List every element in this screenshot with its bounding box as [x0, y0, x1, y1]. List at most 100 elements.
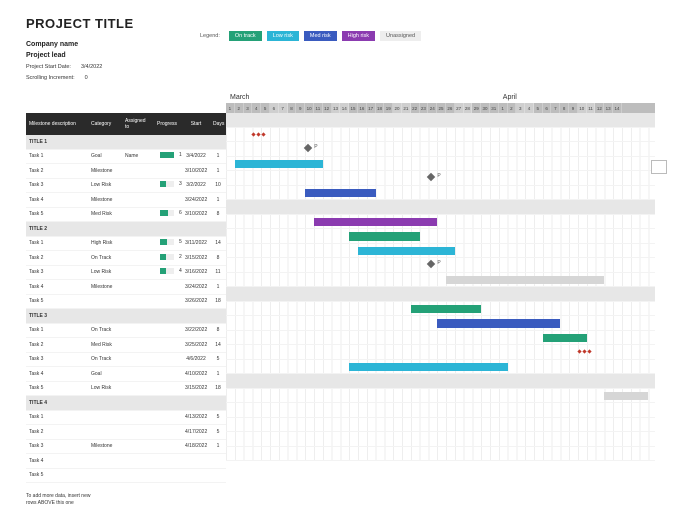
day-cell: 11	[587, 103, 596, 113]
goal-marker-icon	[582, 349, 586, 353]
day-cell: 12	[595, 103, 604, 113]
table-row[interactable]: Task 4Milestone3/24/20221	[26, 193, 226, 208]
goal-marker-icon	[577, 349, 581, 353]
col-description: Milestone description	[26, 121, 88, 127]
milestone-icon[interactable]	[304, 144, 312, 152]
legend-chip: Unassigned	[380, 31, 421, 41]
goal-marker-icon	[262, 132, 266, 136]
milestone-icon[interactable]	[427, 173, 435, 181]
gantt-row	[226, 418, 655, 433]
gantt-row	[226, 302, 655, 317]
table-row[interactable]: Task 1On Track3/22/20228	[26, 324, 226, 339]
gantt-row	[226, 186, 655, 201]
table-row[interactable]: Task 3Milestone4/18/20221	[26, 440, 226, 455]
table-row[interactable]: Task 2Med Risk3/25/202214	[26, 338, 226, 353]
gantt-row	[226, 389, 655, 404]
start-date-label: Project Start Date:	[26, 64, 71, 70]
day-cell: 1	[499, 103, 508, 113]
day-cell: 25	[437, 103, 446, 113]
day-cell: 10	[578, 103, 587, 113]
month-label: March	[226, 91, 499, 103]
goal-marker-icon	[587, 349, 591, 353]
gantt-row: P	[226, 171, 655, 186]
day-cell: 12	[323, 103, 332, 113]
table-row[interactable]: Task 5	[26, 469, 226, 484]
gantt-bar[interactable]	[411, 305, 481, 314]
day-cell: 2	[508, 103, 517, 113]
gantt-row	[226, 128, 655, 143]
day-cell: 2	[235, 103, 244, 113]
gantt-row	[226, 215, 655, 230]
gantt-bar[interactable]	[604, 392, 648, 401]
table-row[interactable]: Task 2Milestone3/10/20221	[26, 164, 226, 179]
day-cell: 15	[349, 103, 358, 113]
day-cell: 5	[534, 103, 543, 113]
project-lead-label: Project lead	[26, 52, 66, 59]
day-cell: 29	[472, 103, 481, 113]
footer-note: To add more data, insert new rows ABOVE …	[26, 493, 655, 506]
table-row[interactable]: Task 4	[26, 454, 226, 469]
day-cell: 27	[455, 103, 464, 113]
day-cell: 28	[464, 103, 473, 113]
table-row[interactable]: Task 53/26/202218	[26, 295, 226, 310]
day-cell: 30	[481, 103, 490, 113]
gantt-bar[interactable]	[349, 232, 419, 241]
group-title-row: TITLE 3	[26, 309, 226, 324]
page-title: PROJECT TITLE	[26, 16, 134, 31]
day-cell: 16	[358, 103, 367, 113]
table-row[interactable]: Task 1High Risk50%3/11/202214	[26, 237, 226, 252]
day-cell: 14	[613, 103, 622, 113]
day-cell: 21	[402, 103, 411, 113]
day-cell: 22	[411, 103, 420, 113]
gantt-bar[interactable]	[305, 189, 375, 198]
gantt-row: P	[226, 142, 655, 157]
table-row[interactable]: Task 3On Track4/6/20225	[26, 353, 226, 368]
milestone-icon[interactable]	[427, 260, 435, 268]
table-row[interactable]: Task 5Low Risk3/15/202218	[26, 382, 226, 397]
group-title-row: TITLE 4	[26, 396, 226, 411]
group-title-row: TITLE 1	[26, 135, 226, 150]
day-cell: 3	[244, 103, 253, 113]
table-row[interactable]: Task 24/17/20225	[26, 425, 226, 440]
day-cell: 9	[569, 103, 578, 113]
day-cell: 20	[393, 103, 402, 113]
table-row[interactable]: Task 3Low Risk35%3/2/202210	[26, 179, 226, 194]
gantt-bar[interactable]	[446, 276, 604, 285]
table-row[interactable]: Task 5Med Risk60%3/10/20228	[26, 208, 226, 223]
day-cell: 10	[305, 103, 314, 113]
table-row[interactable]: Task 4Milestone3/24/20221	[26, 280, 226, 295]
gantt-row: P	[226, 258, 655, 273]
table-row[interactable]: Task 4Goal4/10/20221	[26, 367, 226, 382]
table-row[interactable]: Task 3Low Risk40%3/16/202211	[26, 266, 226, 281]
day-cell: 8	[288, 103, 297, 113]
gantt-bar[interactable]	[358, 247, 455, 256]
day-cell: 14	[340, 103, 349, 113]
start-date-value[interactable]: 3/4/2022	[81, 64, 102, 70]
gantt-bar[interactable]	[437, 319, 560, 328]
company-name-label: Company name	[26, 41, 78, 48]
gantt-row	[226, 229, 655, 244]
day-cell: 9	[296, 103, 305, 113]
gantt-bar[interactable]	[314, 218, 437, 227]
col-category: Category	[88, 121, 122, 127]
scroll-increment-value[interactable]: 0	[85, 75, 88, 81]
gantt-bar[interactable]	[349, 363, 507, 372]
gantt-row	[226, 331, 655, 346]
gantt-bar[interactable]	[543, 334, 587, 343]
day-cell: 31	[490, 103, 499, 113]
col-progress: Progress	[154, 121, 182, 127]
legend-chip: Med risk	[304, 31, 337, 41]
gantt-row	[226, 157, 655, 172]
gantt-bar[interactable]	[235, 160, 323, 169]
day-cell: 13	[604, 103, 613, 113]
legend-chip: On track	[229, 31, 262, 41]
col-assigned: Assigned to	[122, 118, 154, 130]
day-cell: 17	[367, 103, 376, 113]
gantt-row	[226, 316, 655, 331]
table-row[interactable]: Task 2On Track25%3/15/20228	[26, 251, 226, 266]
col-start: Start	[182, 121, 210, 127]
gantt-row	[226, 360, 655, 375]
day-cell: 4	[252, 103, 261, 113]
table-row[interactable]: Task 14/13/20225	[26, 411, 226, 426]
table-row[interactable]: Task 1GoalName100%3/4/20221	[26, 150, 226, 165]
